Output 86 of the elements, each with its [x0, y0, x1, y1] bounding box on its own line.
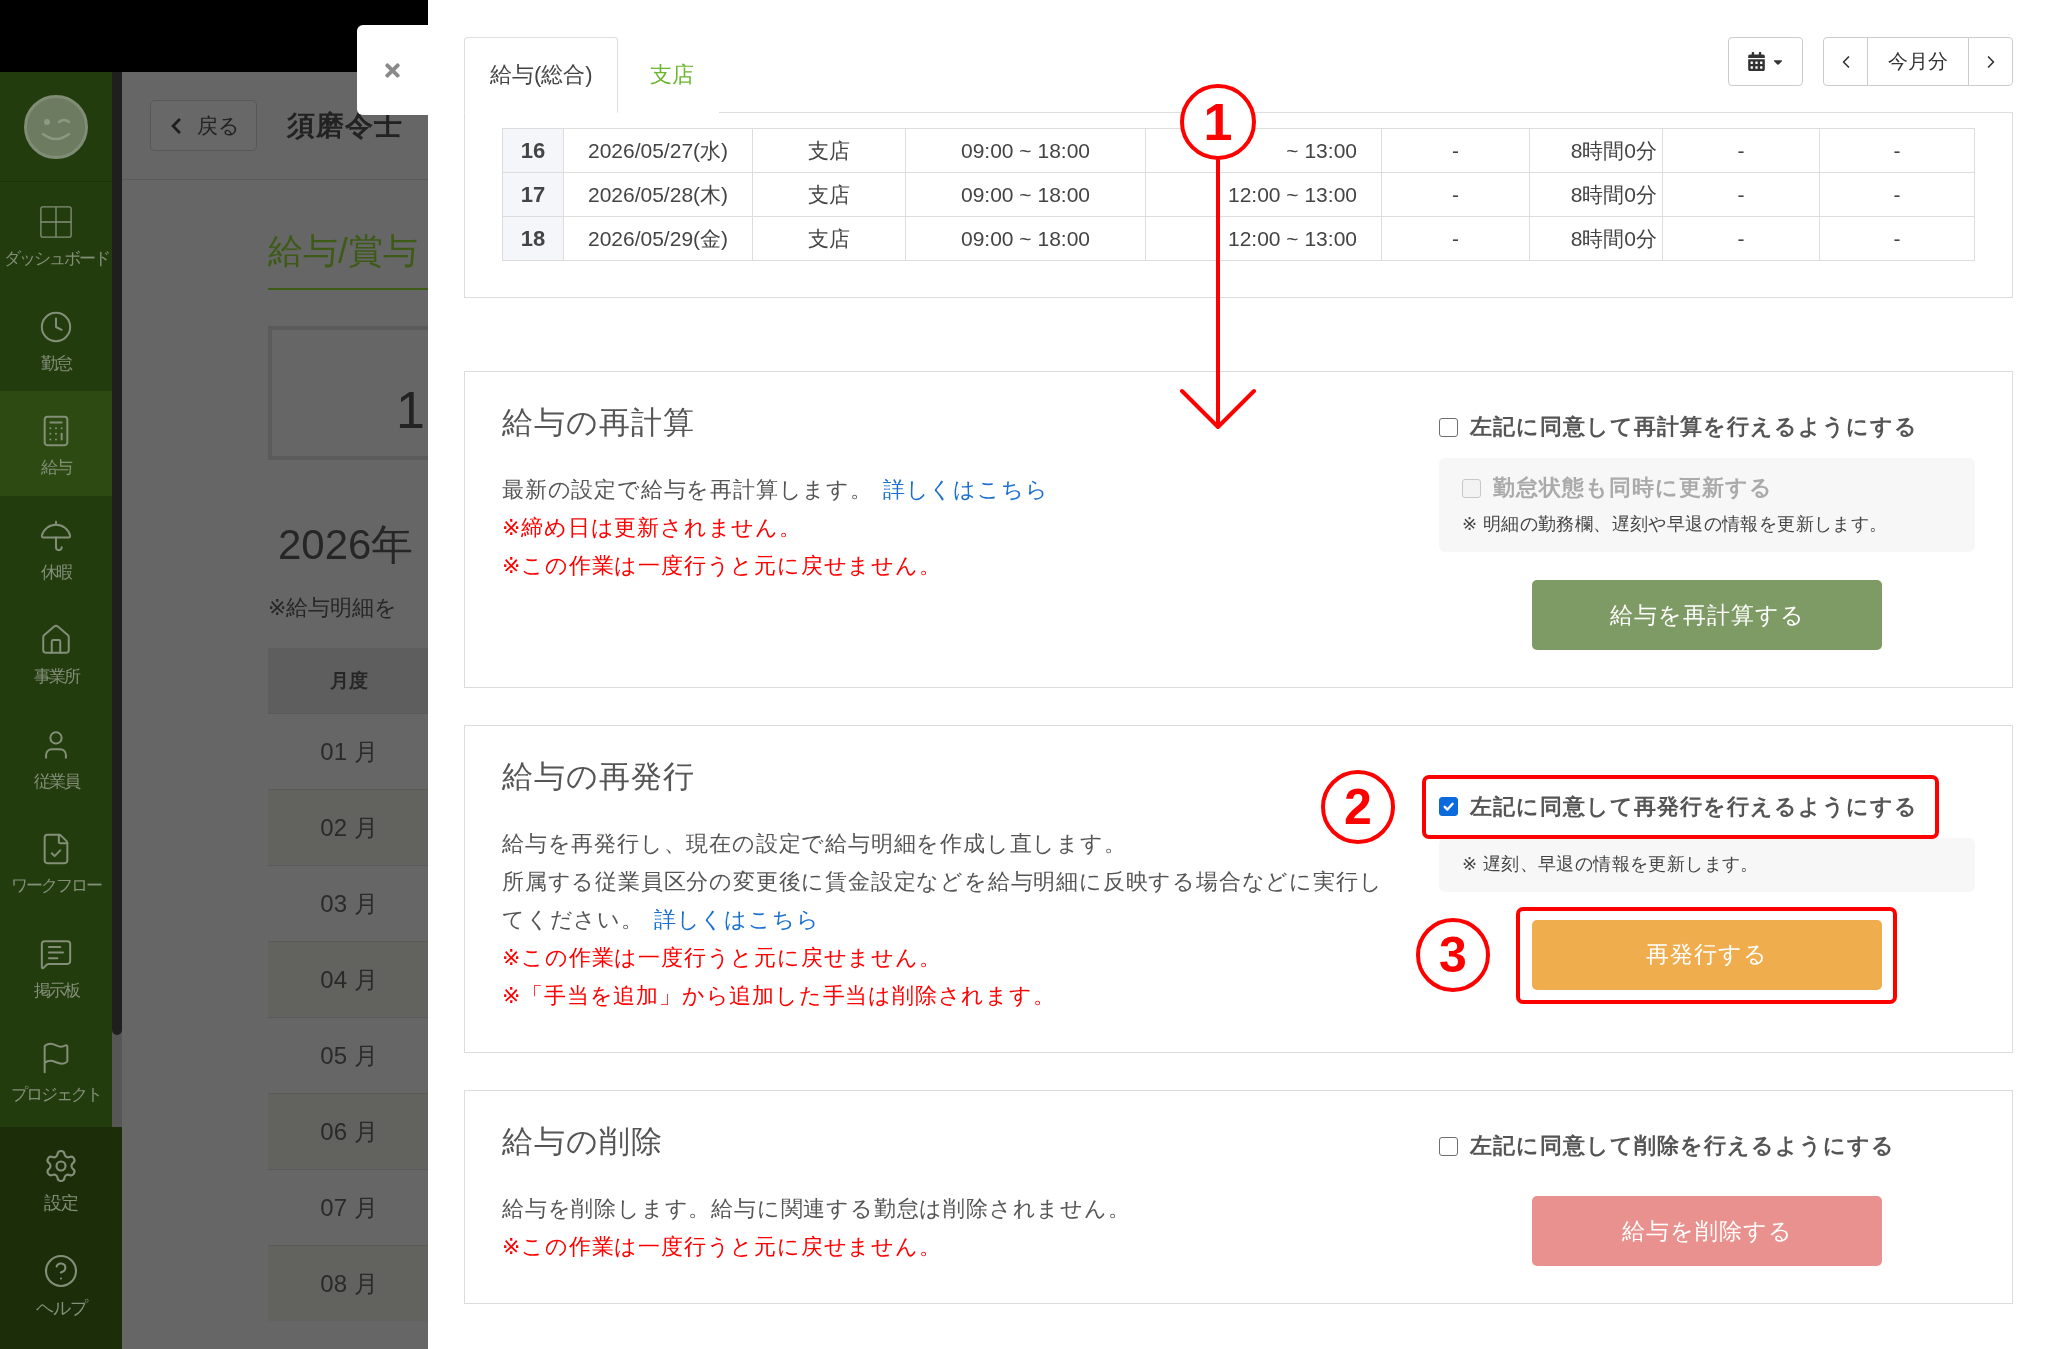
- table-cell: 8時間0分: [1529, 216, 1663, 261]
- table-cell[interactable]: 06 月: [268, 1093, 428, 1169]
- smiley-avatar-icon[interactable]: [24, 94, 88, 159]
- grid-icon: [39, 205, 73, 239]
- table-cell: 8時間0分: [1529, 172, 1663, 217]
- sidebar-item[interactable]: 事業所: [0, 600, 112, 705]
- description-text: 所属する従業員区分の変更後に賃金設定などを給与明細に反映する場合などに実行してください。 詳しくはこちら: [502, 868, 1384, 934]
- warning-text: ※この作業は一度行うと元に戻せません。: [502, 944, 943, 972]
- warning-text: ※「手当を追加」から追加した手当は削除されます。: [502, 982, 1057, 1010]
- sidebar-item[interactable]: プロジェクト: [0, 1018, 112, 1123]
- action-button[interactable]: 再発行する: [1532, 919, 1882, 990]
- table-cell: 8時間0分: [1529, 128, 1663, 173]
- table-cell: 09:00 ~ 18:00: [905, 172, 1146, 217]
- note-text: ※給与明細を: [268, 594, 399, 622]
- checkbox-label: 左記に同意して再計算を行えるようにする: [1470, 413, 1918, 441]
- year-heading: 2026年: [277, 520, 415, 570]
- step-number: 1: [1180, 84, 1256, 160]
- sidebar-item[interactable]: ワークフロー: [0, 809, 112, 914]
- description-text: 給与を削除します。給与に関連する勤怠は削除されません。: [502, 1195, 1132, 1223]
- sidebar-item[interactable]: 掲示板: [0, 913, 112, 1018]
- section-title: 給与の削除: [502, 1124, 664, 1160]
- tab[interactable]: 給与(総合): [464, 37, 618, 113]
- employee-name: 須磨令士: [287, 108, 403, 143]
- checkbox[interactable]: [1439, 797, 1458, 816]
- row-number-cell: 17: [502, 172, 564, 217]
- section-title: 給与の再計算: [502, 405, 696, 441]
- checkbox-label: 左記に同意して再発行を行えるようにする: [1470, 792, 1918, 821]
- checkbox-label: 勤怠状態も同時に更新する: [1493, 474, 1773, 502]
- check-icon: [1442, 800, 1455, 813]
- details-link[interactable]: 詳しくはこちら: [653, 907, 820, 932]
- step-number: 3: [1416, 917, 1490, 992]
- sidebar-item[interactable]: ダッシュボード: [0, 182, 112, 287]
- step-number: 2: [1321, 769, 1395, 844]
- checkbox[interactable]: [1439, 417, 1458, 437]
- row-number-cell: 18: [502, 216, 564, 261]
- description-text: 給与を再発行し、現在の設定で給与明細を作成し直します。: [502, 830, 1128, 858]
- table-cell: -: [1819, 128, 1975, 173]
- table-cell[interactable]: 02 月: [268, 789, 428, 865]
- calendar-icon: [1746, 52, 1766, 71]
- table-cell: -: [1381, 128, 1530, 173]
- table-cell: -: [1662, 216, 1820, 261]
- checkbox[interactable]: [1439, 1136, 1458, 1156]
- table-cell: -: [1819, 172, 1975, 217]
- row-number-cell: 16: [502, 128, 564, 173]
- summary-value: 1: [396, 384, 425, 436]
- sidebar-item[interactable]: 勤怠: [0, 286, 112, 391]
- table-cell: 12:00 ~ 13:00: [1145, 172, 1382, 217]
- back-button[interactable]: 戻る: [150, 100, 257, 151]
- table-cell: 2026/05/28(木): [563, 172, 753, 217]
- table-cell: 支店: [752, 172, 906, 217]
- settings-icon: [43, 1148, 79, 1184]
- table-cell: 09:00 ~ 18:00: [905, 128, 1146, 173]
- table-cell: 支店: [752, 216, 906, 261]
- note-text: ※ 遅刻、早退の情報を更新します。: [1462, 852, 1760, 876]
- period-button[interactable]: 今月分: [1867, 37, 1969, 86]
- sidebar-item[interactable]: 設定: [0, 1127, 122, 1232]
- note-text: ※ 明細の勤務欄、遅刻や早退の情報を更新します。: [1462, 513, 1889, 536]
- table-cell: 支店: [752, 128, 906, 173]
- table-header-cell: 月度: [268, 648, 428, 713]
- table-cell: 09:00 ~ 18:00: [905, 216, 1146, 261]
- table-cell[interactable]: 08 月: [268, 1245, 428, 1321]
- sidebar-item[interactable]: 給与: [0, 391, 112, 496]
- sidebar-item[interactable]: 従業員: [0, 704, 112, 809]
- description-text: 最新の設定で給与を再計算します。 詳しくはこちら: [502, 476, 1050, 504]
- calendar-dropdown-button[interactable]: [1728, 37, 1803, 86]
- warning-text: ※この作業は一度行うと元に戻せません。: [502, 552, 943, 580]
- house-icon: [39, 623, 73, 657]
- details-link[interactable]: 詳しくはこちら: [882, 477, 1049, 502]
- section-title: 給与の再発行: [502, 759, 696, 795]
- checkbox-label: 左記に同意して削除を行えるようにする: [1470, 1132, 1895, 1160]
- table-cell: -: [1381, 216, 1530, 261]
- table-cell: 2026/05/29(金): [563, 216, 753, 261]
- warning-text: ※締め日は更新されません。: [502, 514, 803, 542]
- table-cell: -: [1662, 128, 1820, 173]
- table-cell: -: [1662, 172, 1820, 217]
- table-cell[interactable]: 04 月: [268, 941, 428, 1017]
- sidebar-item[interactable]: 休暇: [0, 495, 112, 600]
- table-cell: -: [1819, 216, 1975, 261]
- sidebar-item[interactable]: ヘルプ: [0, 1232, 122, 1337]
- umbrella-icon: [39, 518, 73, 553]
- clock-icon: [39, 309, 73, 344]
- warning-text: ※この作業は一度行うと元に戻せません。: [502, 1233, 943, 1261]
- table-cell: -: [1381, 172, 1530, 217]
- help-icon: [43, 1253, 79, 1289]
- table-cell: 12:00 ~ 13:00: [1145, 216, 1382, 261]
- table-cell: 2026/05/27(水): [563, 128, 753, 173]
